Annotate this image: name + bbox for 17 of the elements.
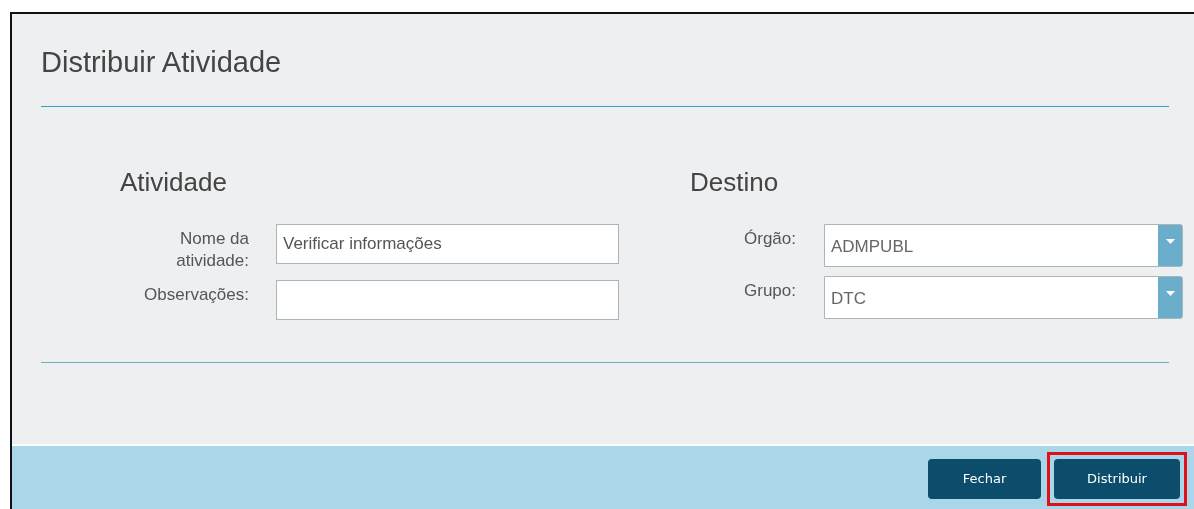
field-label: Órgão: [743, 228, 796, 250]
input-field[interactable]: Verificar informações [276, 224, 619, 264]
caret-icon [1165, 239, 1175, 244]
dialog-button[interactable]: Fechar [928, 458, 1041, 499]
input-field[interactable] [276, 280, 619, 320]
section-heading: Atividade [120, 166, 228, 199]
field-label: Observações: [143, 284, 249, 306]
dropdown-field[interactable]: ADMPUBL [824, 224, 1183, 267]
dropdown-button[interactable] [1158, 225, 1182, 266]
field-label: Nome da atividade: [175, 228, 249, 272]
caret-icon [1165, 291, 1175, 296]
dropdown-button[interactable] [1158, 277, 1182, 318]
section-heading: Destino [690, 166, 780, 199]
field-label: Grupo: [743, 280, 796, 302]
dropdown-field[interactable]: DTC [824, 276, 1183, 319]
dialog-button[interactable]: Distribuir [1054, 458, 1180, 499]
dialog-title: Distribuir Atividade [41, 45, 283, 80]
